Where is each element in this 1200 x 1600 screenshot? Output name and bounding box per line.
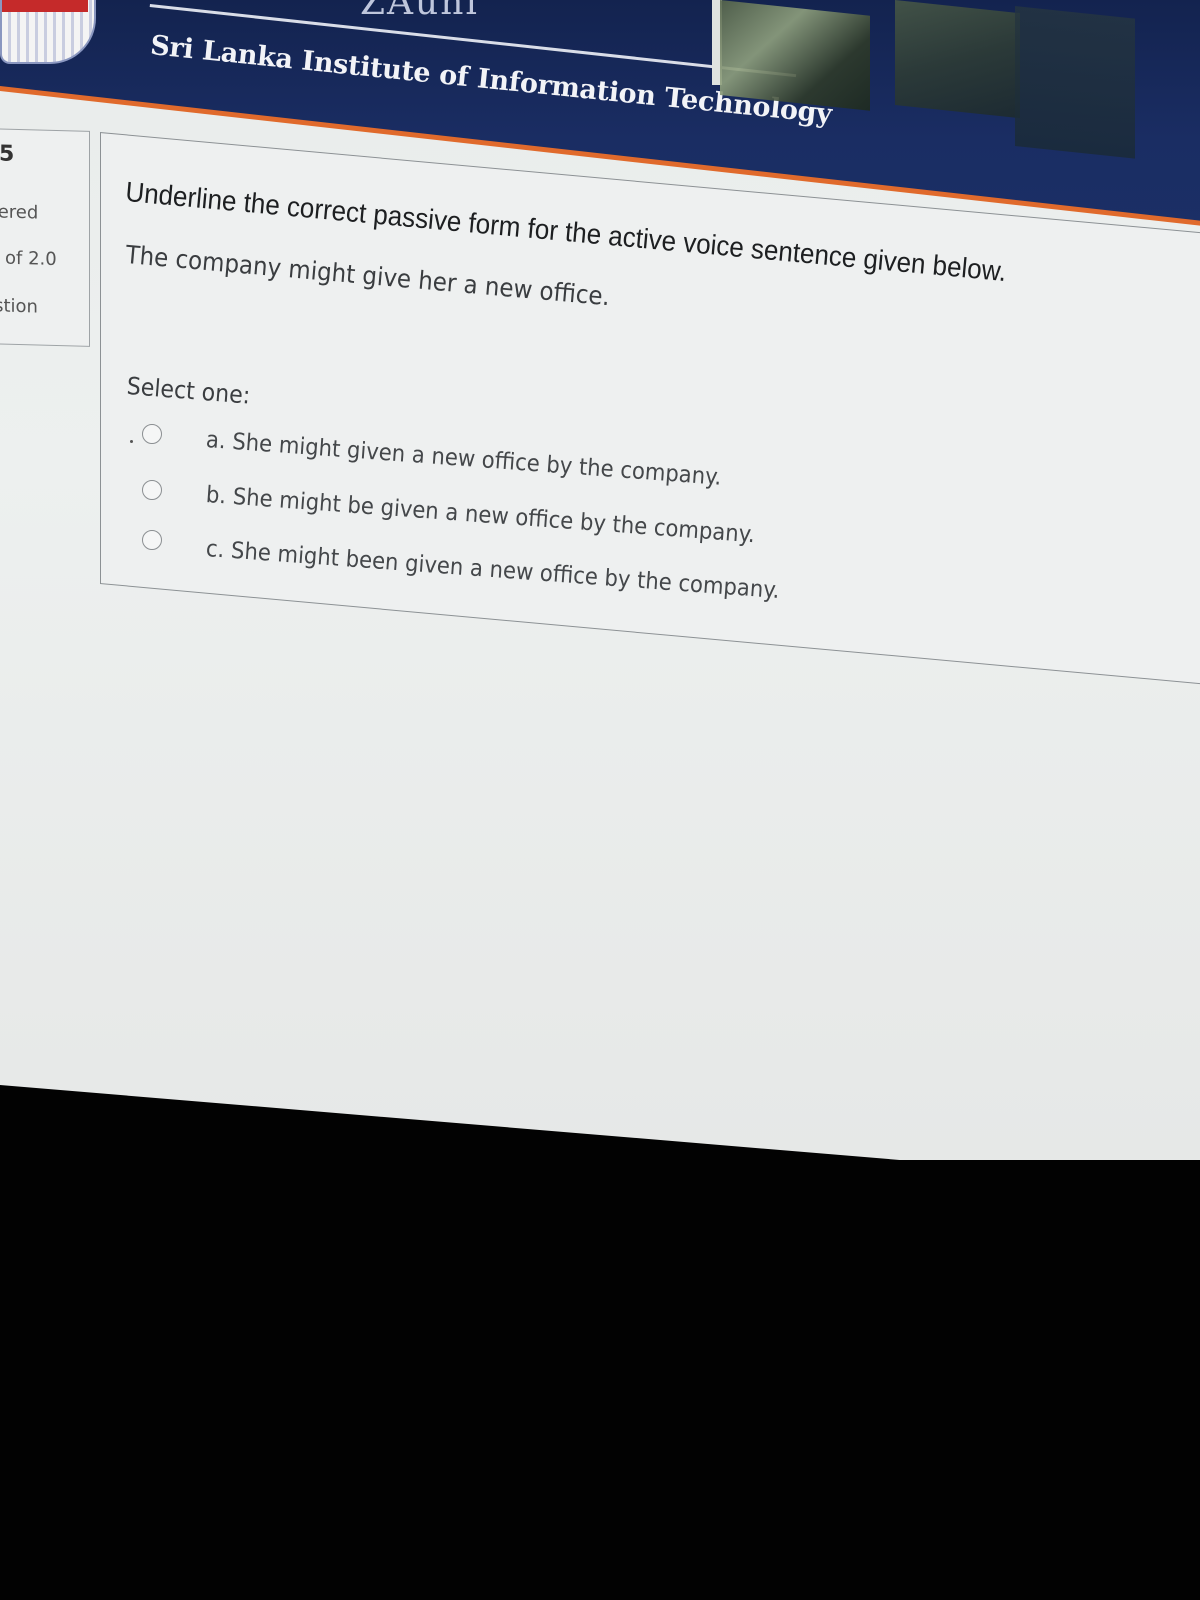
flag-question-link[interactable]: estion (0, 295, 38, 317)
header-photo-building (1015, 6, 1135, 159)
question-number: 5 (0, 141, 15, 167)
institution-logo-icon (0, 0, 96, 64)
photo-of-screen: ZAuhi Sri Lanka Institute of Information… (0, 0, 1200, 1600)
logo-wordmark: ZAuhi (360, 0, 479, 23)
question-info-panel: 5 wered of 2.0 estion (0, 128, 90, 347)
browser-viewport: ZAuhi Sri Lanka Institute of Information… (0, 0, 1200, 1160)
radio-option-b[interactable] (142, 480, 162, 500)
header-photo-trees (895, 0, 1020, 119)
header-photo-campus (720, 0, 870, 111)
stray-mark (130, 440, 133, 443)
radio-option-c[interactable] (142, 530, 162, 550)
radio-option-a[interactable] (142, 424, 162, 444)
question-marks: of 2.0 (5, 247, 57, 271)
logo-red-band (2, 0, 88, 12)
answer-status: wered (0, 201, 39, 224)
